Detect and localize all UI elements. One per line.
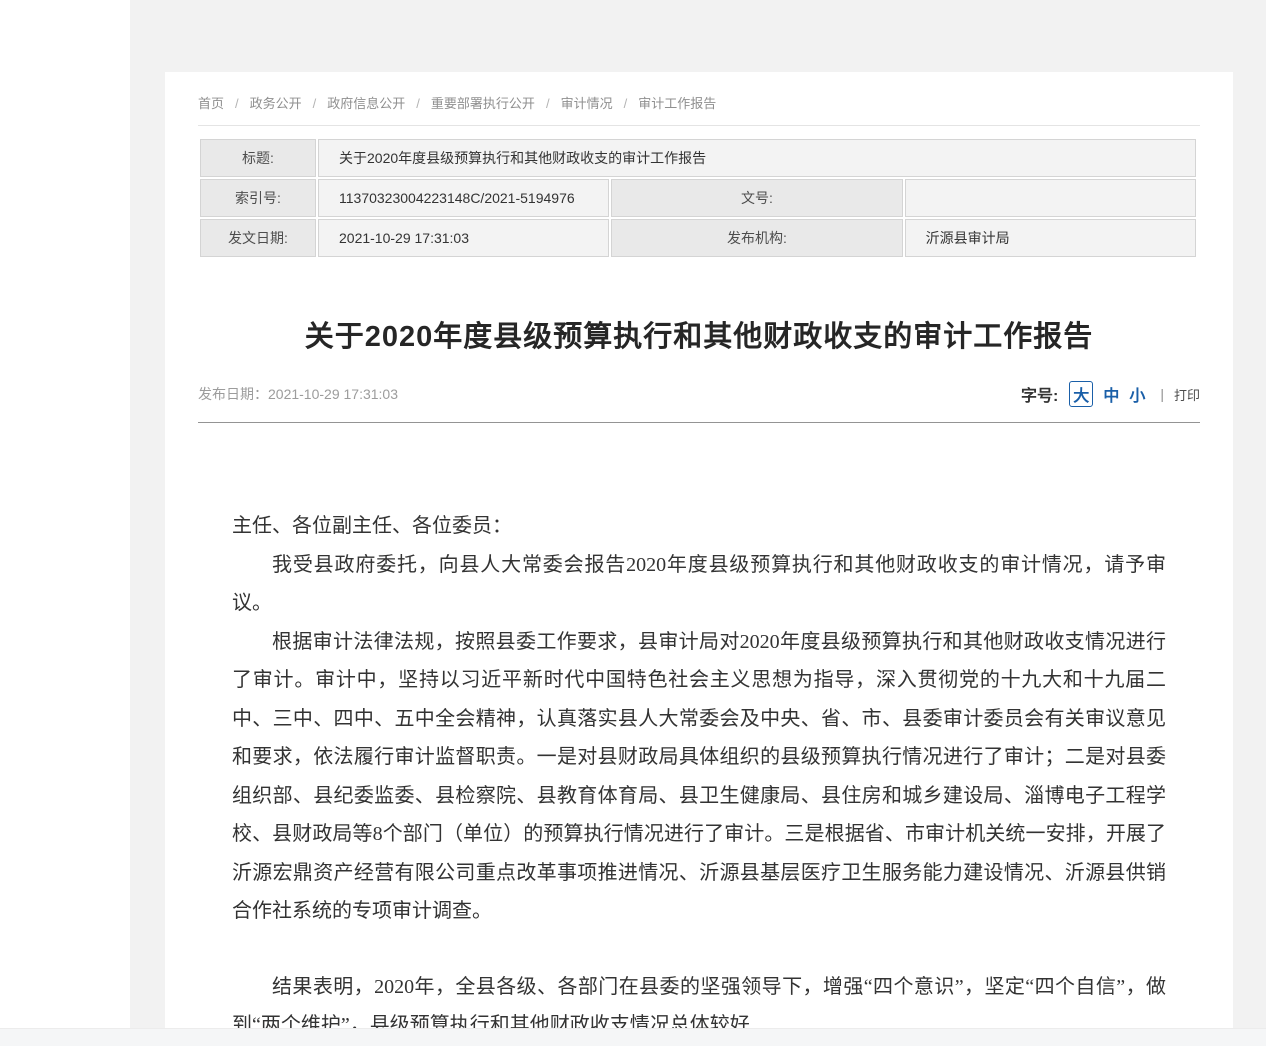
breadcrumb-separator: / — [235, 96, 239, 111]
index-number-label: 索引号: — [200, 179, 316, 217]
agency-label: 发布机构: — [611, 219, 902, 257]
font-size-medium-button[interactable]: 中 — [1103, 382, 1119, 406]
doc-number-label: 文号: — [611, 179, 902, 217]
publish-date-value: 2021-10-29 17:31:03 — [268, 386, 398, 402]
title-label: 标题: — [200, 139, 316, 177]
print-button[interactable]: 打印 — [1174, 385, 1200, 404]
article-paragraph: 我受县政府委托，向县人大常委会报告2020年度县级预算执行和其他财政收支的审计情… — [232, 546, 1166, 623]
breadcrumb-item[interactable]: 政务公开 — [250, 96, 302, 111]
breadcrumb-item[interactable]: 首页 — [198, 96, 224, 111]
breadcrumb-item[interactable]: 审计工作报告 — [638, 96, 716, 111]
table-row: 索引号: 11370323004223148C/2021-5194976 文号: — [200, 179, 1196, 217]
publish-date: 发布日期：2021-10-29 17:31:03 — [198, 384, 398, 404]
footer-strip — [0, 1028, 1266, 1046]
content-card: 首页 / 政务公开 / 政府信息公开 / 重要部署执行公开 / 审计情况 / 审计工作报告 标题: … — [165, 72, 1233, 1028]
tools-divider: | — [1160, 386, 1164, 402]
agency-value: 沂源县审计局 — [905, 219, 1196, 257]
article-paragraph: 结果表明，2020年，全县各级、各部门在县委的坚强领导下，增强“四个意识”，坚定… — [232, 968, 1166, 1029]
font-size-small-button[interactable]: 小 — [1129, 382, 1145, 406]
breadcrumb-item[interactable]: 重要部署执行公开 — [431, 96, 535, 111]
font-size-large-button[interactable]: 大 — [1069, 381, 1093, 407]
font-size-label: 字号: — [1021, 382, 1058, 406]
title-value: 关于2020年度县级预算执行和其他财政收支的审计工作报告 — [318, 139, 1196, 177]
breadcrumb-item[interactable]: 审计情况 — [561, 96, 613, 111]
breadcrumb-separator: / — [624, 96, 628, 111]
breadcrumb-item[interactable]: 政府信息公开 — [327, 96, 405, 111]
article-paragraph: 主任、各位副主任、各位委员： — [232, 507, 1166, 546]
publish-date-label: 发布日期： — [198, 386, 268, 402]
article-body: 主任、各位副主任、各位委员：我受县政府委托，向县人大常委会报告2020年度县级预… — [232, 507, 1166, 1028]
table-row: 发文日期: 2021-10-29 17:31:03 发布机构: 沂源县审计局 — [200, 219, 1196, 257]
breadcrumb-separator: / — [546, 96, 550, 111]
table-row: 标题: 关于2020年度县级预算执行和其他财政收支的审计工作报告 — [200, 139, 1196, 177]
breadcrumb: 首页 / 政务公开 / 政府信息公开 / 重要部署执行公开 / 审计情况 / 审计工作报告 — [198, 72, 1200, 126]
issue-date-value: 2021-10-29 17:31:03 — [318, 219, 609, 257]
breadcrumb-separator: / — [416, 96, 420, 111]
article-paragraph: 根据审计法律法规，按照县委工作要求，县审计局对2020年度县级预算执行和其他财政… — [232, 623, 1166, 931]
article-tools: 字号: 大 中 小 | 打印 — [1021, 381, 1200, 407]
document-meta-table: 标题: 关于2020年度县级预算执行和其他财政收支的审计工作报告 索引号: 11… — [198, 137, 1198, 259]
doc-number-value — [905, 179, 1196, 217]
breadcrumb-separator: / — [313, 96, 317, 111]
article-meta-bar: 发布日期：2021-10-29 17:31:03 字号: 大 中 小 | 打印 — [198, 381, 1200, 423]
issue-date-label: 发文日期: — [200, 219, 316, 257]
page-title: 关于2020年度县级预算执行和其他财政收支的审计工作报告 — [199, 313, 1199, 355]
index-number-value: 11370323004223148C/2021-5194976 — [318, 179, 609, 217]
